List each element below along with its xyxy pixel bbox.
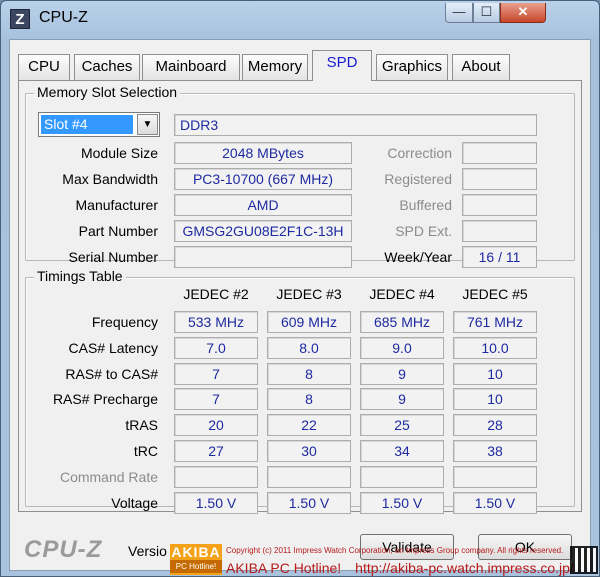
timings-cell: 22 (267, 414, 351, 437)
timings-cell: 9 (360, 362, 444, 385)
timings-cell (453, 465, 537, 488)
timings-cell: 20 (174, 414, 258, 437)
memory-type-field: DDR3 (174, 114, 537, 136)
tab-caches[interactable]: Caches (74, 54, 140, 80)
cpu-z-window: Z CPU-Z — ☐ ✕ CPU Caches Mainboard Memor… (0, 0, 600, 577)
correction-label: Correction (387, 145, 452, 161)
timings-cell: 27 (174, 440, 258, 462)
timings-cell: 1.50 V (267, 491, 351, 514)
buffered-field (462, 194, 537, 216)
tab-cpu[interactable]: CPU (18, 54, 70, 80)
timings-cell: 38 (453, 440, 537, 462)
slot-dropdown-value: Slot #4 (41, 115, 133, 134)
client-area: CPU Caches Mainboard Memory SPD Graphics… (9, 39, 591, 571)
timings-cell: 7.0 (174, 336, 258, 359)
minimize-button[interactable]: — (445, 3, 473, 23)
akiba-logo-top: AKIBA (171, 544, 221, 560)
watermark-site: AKIBA PC Hotline! http://akiba-pc.watch.… (226, 560, 574, 576)
week-year-label: Week/Year (384, 249, 452, 265)
part-number-field: GMSG2GU08E2F1C-13H (174, 220, 352, 242)
tab-about[interactable]: About (452, 54, 510, 80)
timings-row-label: Frequency (91, 314, 158, 330)
timings-cell (360, 465, 444, 488)
timings-cell: 34 (360, 440, 444, 462)
timings-cell: 7 (174, 388, 258, 411)
timings-cell (174, 465, 258, 488)
timings-cell: 761 MHz (453, 311, 537, 333)
serial-number-label: Serial Number (68, 249, 158, 265)
max-bandwidth-label: Max Bandwidth (62, 171, 158, 187)
manufacturer-label: Manufacturer (75, 197, 158, 213)
timings-row-label: Voltage (111, 494, 158, 511)
window-title: CPU-Z (39, 9, 88, 26)
timings-row-label: Command Rate (59, 468, 158, 485)
timings-cell: 1.50 V (360, 491, 444, 514)
timings-cell: 8 (267, 362, 351, 385)
module-size-field: 2048 MBytes (174, 142, 352, 164)
manufacturer-field: AMD (174, 194, 352, 216)
timings-cell (267, 465, 351, 488)
memory-slot-selection-group: Memory Slot Selection Slot #4 ▼ DDR3 Mod… (25, 84, 575, 268)
tab-mainboard[interactable]: Mainboard (142, 54, 240, 80)
slot-dropdown[interactable]: Slot #4 ▼ (38, 112, 160, 137)
timings-cell: 10 (453, 388, 537, 411)
buffered-label: Buffered (399, 197, 452, 213)
title-bar[interactable]: Z CPU-Z — ☐ ✕ (1, 1, 599, 37)
spd-tab-panel: Memory Slot Selection Slot #4 ▼ DDR3 Mod… (18, 80, 582, 514)
maximize-button[interactable]: ☐ (473, 3, 500, 23)
timings-row-label: tRAS (125, 417, 158, 434)
tab-memory[interactable]: Memory (242, 54, 308, 80)
timings-cell: 28 (453, 414, 537, 437)
timings-cell: 9.0 (360, 336, 444, 359)
timings-cell: 533 MHz (174, 311, 258, 333)
spd-ext-field (462, 220, 537, 242)
timings-cell: 10.0 (453, 336, 537, 359)
timings-column-header: JEDEC #5 (462, 286, 528, 302)
akiba-watermark: AKIBA PC Hotline! Copyright (c) 2011 Imp… (170, 542, 600, 577)
timings-table-group: Timings Table JEDEC #2 JEDEC #3 JEDEC #4 JE… (25, 268, 575, 514)
timings-cell: 7 (174, 362, 258, 385)
timings-cell: 8.0 (267, 336, 351, 359)
max-bandwidth-field: PC3-10700 (667 MHz) (174, 168, 352, 190)
version-label: Versio (128, 543, 167, 559)
correction-field (462, 142, 537, 164)
chevron-down-icon[interactable]: ▼ (137, 114, 158, 135)
timings-cell: 30 (267, 440, 351, 462)
timings-table-title: Timings Table (34, 268, 126, 284)
timings-cell: 10 (453, 362, 537, 385)
tab-graphics[interactable]: Graphics (376, 54, 448, 80)
part-number-label: Part Number (78, 223, 158, 239)
timings-column-header: JEDEC #2 (183, 286, 249, 302)
tab-spd[interactable]: SPD (312, 50, 372, 81)
close-button[interactable]: ✕ (500, 3, 546, 23)
spd-ext-label: SPD Ext. (395, 223, 452, 239)
module-size-label: Module Size (80, 145, 158, 161)
memory-slot-selection-title: Memory Slot Selection (34, 84, 181, 100)
cpu-z-app-icon[interactable]: Z (10, 9, 30, 29)
timings-cell: 1.50 V (453, 491, 537, 514)
registered-label: Registered (384, 171, 452, 187)
week-year-field: 16 / 11 (462, 246, 537, 268)
timings-column-header: JEDEC #3 (276, 286, 342, 302)
qr-code-icon (570, 546, 598, 574)
timings-cell: 8 (267, 388, 351, 411)
timings-cell: 609 MHz (267, 311, 351, 333)
serial-number-field (174, 246, 352, 268)
timings-cell: 9 (360, 388, 444, 411)
cpu-z-brand-logo: CPU-Z (24, 536, 103, 563)
timings-cell: 25 (360, 414, 444, 437)
timings-row-label: tRC (133, 443, 158, 459)
registered-field (462, 168, 537, 190)
timings-column-header: JEDEC #4 (369, 286, 435, 302)
timings-cell: 685 MHz (360, 311, 444, 333)
timings-cell: 1.50 V (174, 491, 258, 514)
watermark-copyright: Copyright (c) 2011 Impress Watch Corpora… (226, 546, 564, 555)
akiba-pc-hotline-logo: AKIBA PC Hotline! (170, 544, 222, 575)
akiba-logo-bottom: PC Hotline! (170, 560, 222, 573)
timings-row-label: RAS# to CAS# (65, 365, 158, 382)
timings-row-label: CAS# Latency (68, 339, 159, 356)
timings-row-label: RAS# Precharge (52, 391, 158, 408)
